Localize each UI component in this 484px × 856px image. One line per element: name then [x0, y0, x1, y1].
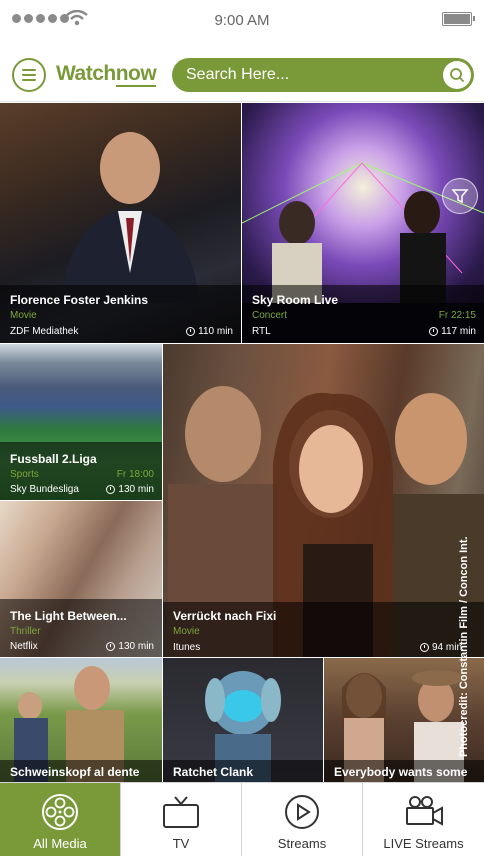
search-bar [172, 58, 474, 92]
photo-credit: Photocredit: Constantin Film / Concon In… [458, 536, 470, 757]
tab-label: LIVE Streams [383, 836, 464, 851]
media-grid: Florence Foster Jenkins Movie ZDF Mediat… [0, 103, 484, 782]
bottom-tab-bar: All Media TV Streams LIVE Streams [0, 782, 484, 856]
film-reel-icon [42, 794, 78, 830]
tile-genre: Thriller [10, 626, 41, 637]
tile-genre: Movie [10, 310, 37, 321]
media-tile[interactable]: Fussball 2.Liga Sports Fr 18:00 Sky Bund… [0, 344, 162, 500]
app-logo: Watchnow [56, 62, 157, 87]
tile-duration: 130 min [106, 641, 154, 652]
play-circle-icon [285, 795, 319, 829]
tile-channel: ZDF Mediathek [10, 326, 79, 337]
battery-icon [442, 12, 475, 26]
tile-airtime: Fr 22:15 [438, 310, 476, 321]
tab-label: All Media [33, 836, 87, 851]
clock-icon [419, 643, 429, 652]
tile-title: Fussball 2.Liga [10, 452, 97, 466]
tile-channel: Itunes [173, 642, 201, 653]
tab-streams[interactable]: Streams [242, 783, 363, 856]
tile-genre: Concert [252, 310, 288, 321]
tile-duration: 117 min [429, 326, 476, 337]
filter-icon [451, 189, 469, 204]
tile-title: Everybody wants some [334, 765, 468, 779]
tile-channel: Sky Bundesliga [10, 484, 79, 495]
tile-channel: Netflix [10, 641, 38, 652]
tile-title: Sky Room Live [252, 293, 339, 307]
search-button[interactable] [443, 61, 471, 89]
tab-live-streams[interactable]: LIVE Streams [363, 783, 484, 856]
tile-title: The Light Between... [10, 609, 127, 623]
search-icon [450, 68, 465, 83]
tile-title: Schweinskopf al dente [10, 765, 140, 779]
tile-genre: Movie [173, 626, 200, 637]
search-input[interactable] [186, 58, 436, 92]
clock-icon [106, 485, 116, 494]
tab-label: TV [172, 836, 190, 851]
tile-genre: Sports [10, 469, 39, 480]
clock-icon [106, 642, 116, 651]
status-time: 9:00 AM [214, 12, 270, 29]
media-tile[interactable]: Sky Room Live Concert Fr 22:15 RTL 117 m… [242, 103, 484, 343]
status-bar: 9:00 AM [0, 0, 484, 40]
tile-title: Verrückt nach Fixi [173, 609, 277, 623]
media-tile[interactable]: Schweinskopf al dente [0, 658, 162, 782]
clock-icon [186, 327, 196, 336]
tile-title: Florence Foster Jenkins [10, 293, 149, 307]
media-tile[interactable]: Ratchet Clank [163, 658, 323, 782]
tile-duration: 94 min [419, 642, 462, 653]
media-tile[interactable]: Verrückt nach Fixi Movie Itunes 94 min [163, 344, 484, 657]
menu-button[interactable] [12, 58, 46, 92]
tile-channel: RTL [252, 326, 271, 337]
tab-tv[interactable]: TV [121, 783, 242, 856]
tile-duration: 110 min [186, 326, 233, 337]
tab-label: Streams [277, 836, 327, 851]
person-silhouette [60, 132, 200, 303]
clock-icon [429, 327, 439, 336]
tile-airtime: Fr 18:00 [116, 469, 154, 480]
media-tile[interactable]: The Light Between... Thriller Netflix 13… [0, 501, 162, 657]
filter-button[interactable] [442, 178, 478, 214]
tab-all-media[interactable]: All Media [0, 783, 121, 856]
video-camera-icon [405, 796, 443, 826]
media-tile[interactable]: Florence Foster Jenkins Movie ZDF Mediat… [0, 103, 241, 343]
tv-icon [163, 796, 199, 828]
app-header: Watchnow [0, 40, 484, 102]
tile-duration: 130 min [106, 484, 154, 495]
tile-title: Ratchet Clank [173, 765, 254, 779]
